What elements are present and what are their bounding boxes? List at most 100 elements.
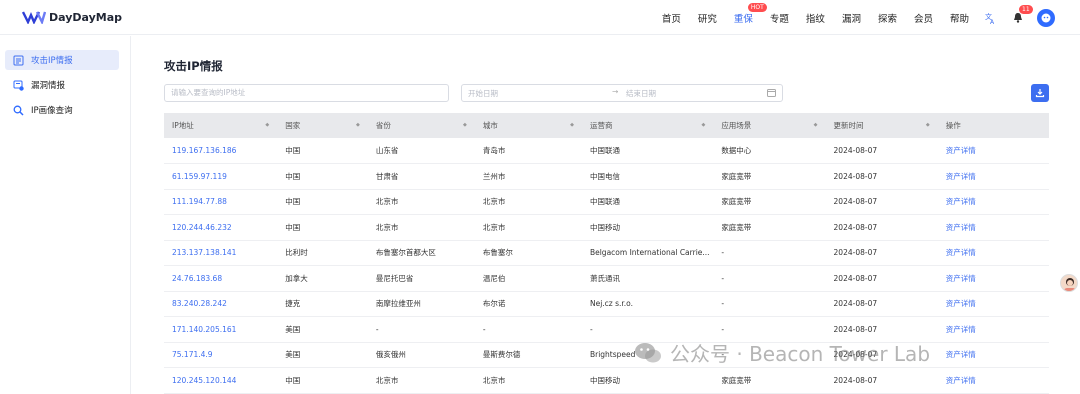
- table-cell: 萧氏通讯: [589, 273, 620, 283]
- sidebar-item-attack-ip-intel[interactable]: 攻击IP情报: [5, 50, 119, 70]
- calendar-icon: [767, 89, 776, 97]
- column-header-label: 城市: [482, 121, 498, 130]
- table-cell: 中国: [285, 375, 301, 385]
- asset-detail-link[interactable]: 资产详情: [938, 317, 1049, 343]
- brand-name: DayDayMap: [49, 10, 123, 24]
- download-button[interactable]: [1031, 84, 1049, 102]
- column-header[interactable]: 操作: [938, 113, 1049, 138]
- table-cell: 山东省: [375, 146, 399, 155]
- table-cell: 甘肃省: [375, 171, 399, 181]
- table-cell: 北京市: [375, 197, 399, 207]
- asset-detail-link[interactable]: 资产详情: [938, 215, 1049, 241]
- table-row: 24.76.183.68 加拿大 曼尼托巴省 温尼伯 萧氏通讯 - 2024-08-07 资产…: [164, 266, 1049, 292]
- table-cell: -: [482, 324, 486, 334]
- asset-detail-link[interactable]: 资产详情: [938, 291, 1049, 317]
- asset-detail-link[interactable]: 资产详情: [938, 266, 1049, 292]
- translate-icon[interactable]: 文A: [985, 12, 997, 24]
- asset-detail-link[interactable]: 资产详情: [938, 164, 1049, 190]
- user-avatar[interactable]: [1037, 8, 1055, 27]
- ip-link[interactable]: 111.194.77.88: [164, 189, 277, 215]
- table-cell: 中国电信: [589, 171, 620, 181]
- column-header[interactable]: 国家 ◆: [277, 113, 368, 138]
- notification-count-badge: 11: [1019, 5, 1033, 14]
- sidebar-item-ip-profile[interactable]: IP画像查询: [5, 100, 119, 120]
- nav-item[interactable]: 指纹: [806, 11, 825, 25]
- ip-search-input[interactable]: 请输入要查询的IP地址: [164, 84, 449, 102]
- table-row: 213.137.138.141 比利时 布鲁塞尔首都大区 布鲁塞尔 Belgacom I…: [164, 240, 1049, 266]
- column-header[interactable]: 城市 ◆: [475, 113, 582, 138]
- asset-detail-link[interactable]: 资产详情: [938, 138, 1049, 164]
- column-header[interactable]: IP地址 ◆: [164, 113, 277, 138]
- download-icon: [1035, 89, 1045, 98]
- ip-link[interactable]: 75.171.4.9: [164, 342, 277, 368]
- table-cell: 比利时: [285, 248, 308, 258]
- ip-link[interactable]: 24.76.183.68: [164, 266, 277, 292]
- table-cell: 布尔诺: [482, 299, 506, 309]
- sort-icon[interactable]: ◆: [265, 122, 269, 128]
- asset-detail-link[interactable]: 资产详情: [938, 368, 1049, 394]
- watermark: 公众号 · Beacon Tower Lab: [634, 338, 930, 367]
- table-cell: 曼斯费尔德: [482, 350, 521, 360]
- table-cell: 青岛市: [482, 146, 506, 155]
- nav-item[interactable]: 帮助: [950, 11, 969, 25]
- nav-item[interactable]: 探索: [878, 11, 897, 25]
- table-cell: 捷克: [285, 299, 301, 309]
- date-range-picker[interactable]: 开始日期 → 结束日期: [461, 84, 783, 102]
- ip-link[interactable]: 119.167.136.186: [164, 138, 277, 164]
- sort-icon[interactable]: ◆: [463, 122, 467, 128]
- ip-link[interactable]: 83.240.28.242: [164, 291, 277, 317]
- table-cell: 2024-08-07: [833, 222, 878, 232]
- table-cell: -: [721, 248, 725, 258]
- hot-badge: HOT: [747, 2, 767, 12]
- ip-link[interactable]: 171.140.205.161: [164, 317, 277, 343]
- ip-link[interactable]: 120.245.120.144: [164, 368, 277, 394]
- column-header[interactable]: 应用场景 ◆: [713, 113, 825, 138]
- nav-item[interactable]: 重保 HOT: [734, 2, 767, 25]
- sort-icon[interactable]: ◆: [701, 122, 705, 128]
- ip-link[interactable]: 61.159.97.119: [164, 164, 277, 190]
- nav-item[interactable]: 会员: [914, 11, 933, 25]
- support-avatar[interactable]: [1060, 274, 1078, 292]
- bell-icon[interactable]: 11: [1013, 5, 1033, 23]
- table-cell: 俄亥俄州: [375, 350, 406, 360]
- table-row: 119.167.136.186 中国 山东省 青岛市 中国联通 数据中心 2024-08-0…: [164, 138, 1049, 164]
- nav-item[interactable]: 首页: [662, 11, 681, 25]
- table-cell: 北京市: [482, 375, 506, 385]
- table-cell: 数据中心: [721, 146, 752, 155]
- table-cell: -: [375, 324, 379, 334]
- sort-icon[interactable]: ◆: [814, 122, 818, 128]
- table-cell: 中国移动: [589, 375, 620, 385]
- table-cell: 2024-08-07: [833, 171, 878, 181]
- table-row: 120.244.46.232 中国 北京市 北京市 中国移动 家庭宽带 2024-08-07…: [164, 215, 1049, 241]
- ip-link[interactable]: 213.137.138.141: [164, 240, 277, 266]
- table-cell: 2024-08-07: [833, 248, 878, 258]
- brand-logo[interactable]: DayDayMap: [22, 10, 122, 24]
- end-date-field[interactable]: 结束日期: [626, 88, 656, 99]
- column-header[interactable]: 更新时间 ◆: [826, 113, 938, 138]
- column-header[interactable]: 省份 ◆: [368, 113, 475, 138]
- nav-item[interactable]: 专题: [770, 11, 789, 25]
- nav-item[interactable]: 漏洞: [842, 11, 861, 25]
- sort-icon[interactable]: ◆: [926, 122, 930, 128]
- arrow-right-icon: →: [612, 87, 619, 96]
- table-cell: 2024-08-07: [833, 299, 878, 309]
- sort-icon[interactable]: ◆: [356, 122, 360, 128]
- table-cell: 北京市: [375, 375, 399, 385]
- start-date-field[interactable]: 开始日期: [468, 88, 498, 99]
- table-cell: 美国: [285, 324, 301, 334]
- table-cell: 北京市: [482, 222, 506, 232]
- sort-icon[interactable]: ◆: [570, 122, 574, 128]
- column-header-label: IP地址: [172, 121, 194, 130]
- table-header-row: IP地址 ◆ 国家 ◆ 省份 ◆ 城市 ◆ 运营商 ◆ 应用场景 ◆ 更新时间 ◆ 操作: [164, 113, 1049, 138]
- asset-detail-link[interactable]: 资产详情: [938, 240, 1049, 266]
- table-cell: 中国联通: [589, 197, 620, 207]
- sidebar-item-vuln-intel[interactable]: 漏洞情报: [5, 75, 119, 95]
- ip-link[interactable]: 120.244.46.232: [164, 215, 277, 241]
- column-header[interactable]: 运营商 ◆: [582, 113, 713, 138]
- table-cell: 中国联通: [589, 146, 620, 155]
- table-cell: 北京市: [375, 222, 399, 232]
- nav-item[interactable]: 研究: [698, 11, 717, 25]
- asset-detail-link[interactable]: 资产详情: [938, 189, 1049, 215]
- table-row: 111.194.77.88 中国 北京市 北京市 中国联通 家庭宽带 2024-08-07 资…: [164, 189, 1049, 215]
- asset-detail-link[interactable]: 资产详情: [938, 342, 1049, 368]
